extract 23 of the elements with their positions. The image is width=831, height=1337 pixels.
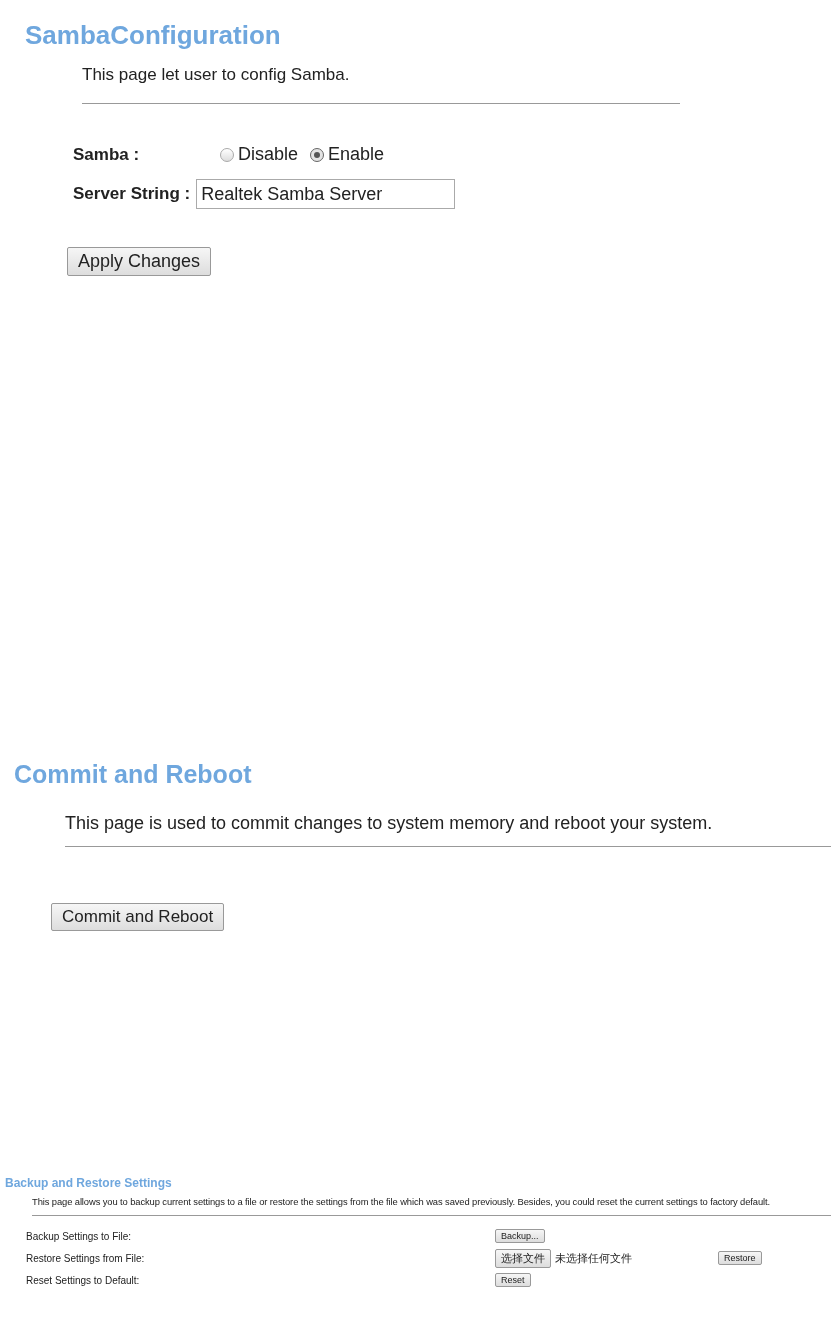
page-description: This page let user to config Samba.	[82, 65, 351, 85]
action-button[interactable]: Backup...	[495, 1229, 545, 1243]
setting-label: Backup Settings to File:	[26, 1230, 133, 1242]
radio-option[interactable]: Disable	[220, 144, 299, 165]
radio-icon[interactable]	[310, 147, 325, 162]
section-description: This page is used to commit changes to system memory and reboot your system.	[65, 813, 714, 834]
setting-label: Restore Settings from File:	[26, 1252, 146, 1264]
section-title: Commit and Reboot	[14, 760, 253, 789]
restore-button[interactable]: Restore	[718, 1251, 762, 1265]
samba-label: Samba :	[73, 144, 141, 165]
apply-changes-button[interactable]: Apply Changes	[67, 247, 212, 276]
page-title: SambaConfiguration	[25, 20, 282, 51]
setting-label: Reset Settings to Default:	[26, 1274, 141, 1286]
radio-option[interactable]: Enable	[310, 144, 385, 165]
commit-reboot-button[interactable]: Commit and Reboot	[51, 903, 225, 931]
file-status: 未选择任何文件	[555, 1250, 633, 1266]
section-title: Backup and Restore Settings	[5, 1176, 173, 1190]
radio-icon[interactable]	[220, 147, 234, 162]
choose-file-button[interactable]: 选择文件	[495, 1248, 551, 1268]
server-string-field[interactable]: Realtek Samba Server	[196, 179, 456, 209]
action-button[interactable]: Reset	[495, 1273, 531, 1287]
server-string-label: Server String :	[73, 184, 191, 204]
section-description: This page allows you to backup current settings to a file or restore the settings from the file which was saved previously. Besides, you could reset the current settings to factory default.	[32, 1196, 772, 1207]
